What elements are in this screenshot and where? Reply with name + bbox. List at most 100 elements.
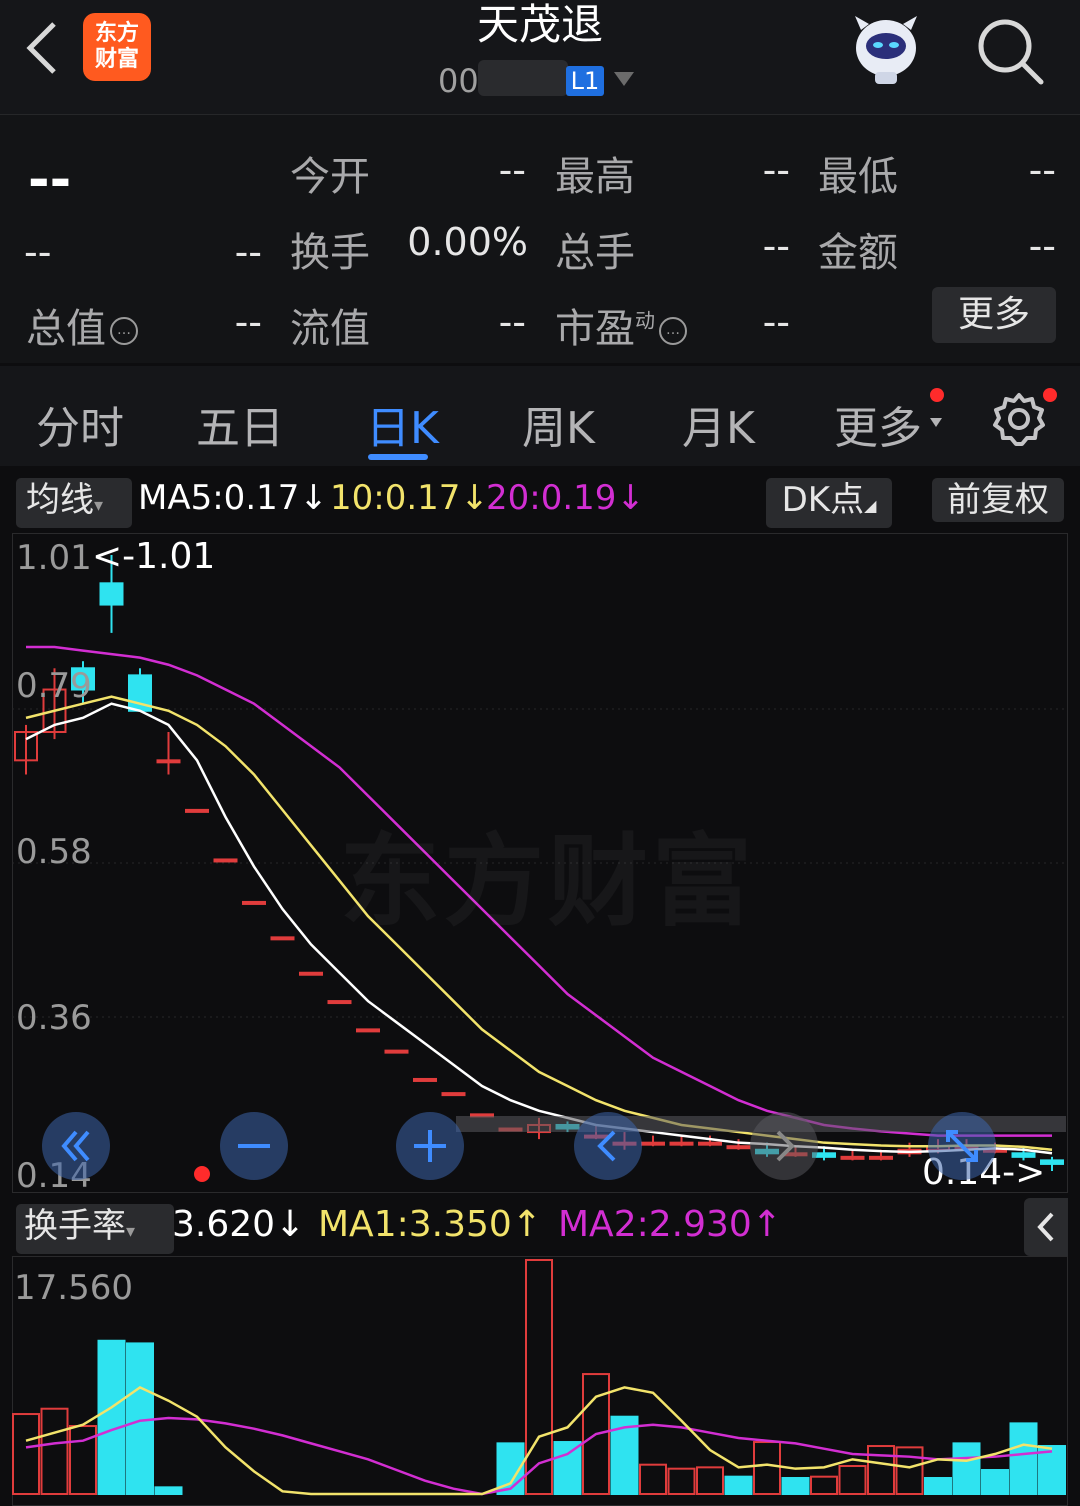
level-badge[interactable]: L1 <box>566 66 604 96</box>
indicator-selector-label: 均线 <box>26 480 94 520</box>
candle-body <box>698 1141 722 1146</box>
turnover-bar <box>753 1441 781 1496</box>
dk-point-button[interactable]: DK点◢ <box>766 478 892 528</box>
app-logo[interactable]: 东方 财富 <box>83 13 151 81</box>
volume-y-tick: 17.560 <box>14 1268 133 1308</box>
low-value: -- <box>1028 148 1056 192</box>
candle-body <box>299 971 323 976</box>
float-cap-label: 流值 <box>290 306 370 352</box>
candle-body <box>869 1155 893 1160</box>
minus-icon <box>238 1144 270 1148</box>
chevron-down-icon[interactable] <box>614 72 634 86</box>
tab-monthly-k[interactable]: 月K <box>682 392 755 456</box>
market-cap-label-text: 总值 <box>26 306 106 352</box>
zoom-in-button[interactable] <box>396 1112 464 1180</box>
pe-value: -- <box>762 300 790 344</box>
turnover-bar <box>639 1463 667 1495</box>
turnover-bar <box>40 1407 69 1495</box>
watermark: 东方财富 <box>340 800 756 945</box>
tab-intraday[interactable]: 分时 <box>36 392 124 456</box>
robot-assistant-icon[interactable] <box>845 12 927 88</box>
y-tick-label: 0.36 <box>16 998 92 1038</box>
turnover-bar <box>667 1467 696 1495</box>
turnover-bar <box>981 1469 1009 1496</box>
float-cap-value: -- <box>498 300 526 344</box>
turnover-label: 换手 <box>290 230 370 276</box>
market-cap-value: -- <box>234 300 262 344</box>
candle-body <box>384 1049 409 1054</box>
candle-body <box>270 936 295 941</box>
candle-body <box>413 1077 437 1082</box>
candle-body <box>840 1155 865 1160</box>
indicator-selector[interactable]: 均线▾ <box>16 478 132 528</box>
y-tick-label: 0.58 <box>16 832 92 872</box>
turnover-bar <box>154 1486 183 1495</box>
candle-body <box>356 1028 380 1033</box>
turnover-bar <box>553 1441 582 1496</box>
last-price: -- <box>28 150 72 210</box>
price-adjust-button[interactable]: 前复权 <box>932 478 1064 522</box>
volume-label: 总手 <box>555 230 635 276</box>
period-tabs: 分时 五日 日K 周K 月K 更多 <box>0 366 1080 466</box>
turnover-indicator-selector[interactable]: 换手率▾ <box>16 1204 174 1254</box>
market-cap-label[interactable]: 总值… <box>26 296 138 354</box>
turnover-bar <box>838 1465 867 1495</box>
info-icon[interactable]: … <box>659 317 687 345</box>
pe-label[interactable]: 市盈动… <box>555 296 687 354</box>
info-icon[interactable]: … <box>110 317 138 345</box>
search-icon[interactable] <box>975 16 1045 86</box>
turnover-bar <box>12 1413 40 1496</box>
turnover-bar <box>895 1446 924 1495</box>
turnover-ma1-line <box>25 1385 1053 1496</box>
turnover-selector-label: 换手率 <box>24 1206 126 1246</box>
step-left-button[interactable] <box>574 1112 642 1180</box>
y-tick-label: 0.79 <box>16 666 92 706</box>
ma20-value: 20:0.19↓ <box>486 478 645 518</box>
back-icon[interactable] <box>22 18 62 78</box>
stock-code: 00 <box>438 62 479 100</box>
chevron-down-icon: ▾ <box>94 495 104 516</box>
double-chevron-left-icon <box>61 1130 90 1162</box>
reset-button[interactable] <box>928 1112 996 1180</box>
turnover-bar <box>924 1477 952 1495</box>
candle-body <box>327 1000 352 1005</box>
notification-dot <box>1043 388 1057 402</box>
open-label: 今开 <box>290 154 370 200</box>
logo-text-line2: 财富 <box>94 47 139 72</box>
more-quote-button[interactable]: 更多 <box>932 287 1056 343</box>
candle-body <box>213 858 238 863</box>
amount-label: 金额 <box>818 230 898 276</box>
candle-body <box>185 808 209 813</box>
tab-daily-k[interactable]: 日K <box>366 392 439 456</box>
low-label: 最低 <box>818 154 898 200</box>
candle-body <box>156 759 181 764</box>
step-right-button[interactable] <box>750 1112 818 1180</box>
active-tab-indicator <box>368 454 428 460</box>
turnover-bar <box>525 1259 553 1495</box>
expand-arrows-icon <box>946 1130 978 1162</box>
scroll-left-button[interactable] <box>42 1112 110 1180</box>
high-annotation: <-1.01 <box>92 536 216 577</box>
high-value: -- <box>762 148 790 192</box>
chevron-left-icon <box>597 1130 616 1162</box>
candle-body <box>669 1141 694 1146</box>
turnover-bar-chart[interactable] <box>12 1256 1068 1506</box>
plus-icon <box>414 1130 446 1162</box>
pe-superscript: 动 <box>635 308 655 333</box>
zoom-out-button[interactable] <box>220 1112 288 1180</box>
y-tick-label: 1.01 <box>16 538 92 578</box>
corner-arrow-icon: ◢ <box>864 496 877 515</box>
tab-weekly-k[interactable]: 周K <box>522 392 595 456</box>
collapse-panel-button[interactable] <box>1024 1198 1068 1256</box>
turnover-bar <box>724 1475 753 1496</box>
turnover-ma2-line <box>25 1416 1053 1496</box>
price-change: -- <box>24 230 52 274</box>
signal-dot <box>194 1166 210 1182</box>
tab-five-day[interactable]: 五日 <box>196 392 284 456</box>
turnover-bar <box>952 1442 981 1495</box>
pe-label-text: 市盈 <box>555 306 635 352</box>
chevron-left-icon <box>1037 1212 1054 1242</box>
settings-gear-icon[interactable] <box>990 390 1048 448</box>
turnover-ma2: MA2:2.930↑ <box>558 1204 782 1245</box>
tab-more[interactable]: 更多 <box>834 392 922 456</box>
